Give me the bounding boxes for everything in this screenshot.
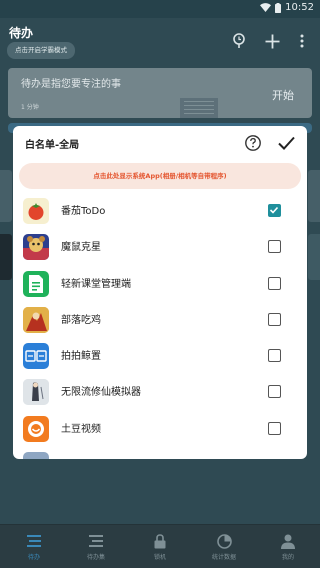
list-item[interactable]: 番茄ToDo bbox=[13, 192, 307, 228]
nav-statistics[interactable]: 统计数据 bbox=[192, 525, 256, 568]
app-name: 魔鼠克星 bbox=[61, 242, 101, 254]
dialog-title: 白名单-全局 bbox=[25, 140, 80, 151]
list-item[interactable]: 土豆视频 bbox=[13, 410, 307, 446]
bottom-nav: 待办 待办集 锁机 统计数据 我的 bbox=[0, 524, 320, 568]
game-rat-icon bbox=[23, 234, 49, 261]
nav-todo-sets[interactable]: 待办集 bbox=[64, 525, 128, 568]
nav-label: 锁机 bbox=[153, 554, 166, 561]
nav-label: 统计数据 bbox=[211, 554, 236, 561]
app-name: 部落吃鸡 bbox=[61, 314, 101, 326]
app-name: 土豆视频 bbox=[61, 423, 101, 435]
app-name: 拍拍鲸置 bbox=[61, 351, 101, 363]
nav-profile[interactable]: 我的 bbox=[256, 525, 320, 568]
app-name: 轻新课堂管理端 bbox=[61, 278, 131, 290]
list-item[interactable]: 轻新课堂管理端 bbox=[13, 265, 307, 301]
whitelist-dialog: 白名单-全局 点击此处显示系统App(相册/相机等自带程序) 番茄ToDo 魔鼠… bbox=[13, 126, 307, 459]
nav-label: 我的 bbox=[281, 554, 294, 561]
app-checkbox[interactable] bbox=[268, 276, 281, 290]
bg-card-edge bbox=[0, 234, 12, 280]
lock-icon bbox=[151, 533, 169, 549]
xiuxian-icon bbox=[23, 379, 49, 406]
list-item-partial[interactable] bbox=[13, 446, 307, 459]
status-bar: 10:52 bbox=[0, 0, 320, 18]
list-item[interactable]: 魔鼠克星 bbox=[13, 228, 307, 264]
pie-chart-icon bbox=[215, 533, 233, 549]
help-icon[interactable] bbox=[244, 134, 262, 152]
app-list: 番茄ToDo 魔鼠克星 轻新课堂管理端 部落吃鸡 拍拍鲸置 无限流修仙模拟器 土… bbox=[13, 192, 307, 459]
todo-card-duration: 1 分钟 bbox=[21, 104, 39, 111]
more-vert-icon[interactable] bbox=[292, 31, 312, 51]
app-checkbox[interactable] bbox=[268, 240, 281, 254]
bg-card-edge bbox=[308, 234, 320, 280]
status-time: 10:52 bbox=[285, 2, 314, 13]
list-icon bbox=[25, 533, 43, 549]
list-item[interactable]: 无限流修仙模拟器 bbox=[13, 373, 307, 409]
app-checkbox[interactable] bbox=[268, 349, 281, 363]
start-button[interactable]: 开始 bbox=[272, 87, 294, 103]
person-icon bbox=[279, 533, 297, 549]
paipai-icon bbox=[23, 343, 49, 370]
app-checkbox[interactable] bbox=[268, 385, 281, 399]
classroom-icon bbox=[23, 270, 49, 297]
page-title: 待办 bbox=[9, 26, 34, 40]
confirm-check-icon[interactable] bbox=[276, 133, 296, 153]
app-name: 番茄ToDo bbox=[61, 206, 106, 217]
app-checkbox[interactable] bbox=[268, 312, 281, 326]
battery-icon bbox=[275, 2, 282, 13]
bg-card-edge bbox=[308, 170, 320, 222]
app-name: 无限流修仙模拟器 bbox=[61, 387, 141, 399]
show-system-apps-button[interactable]: 点击此处显示系统App(相册/相机等自带程序) bbox=[19, 163, 301, 189]
nav-label: 待办集 bbox=[86, 554, 105, 561]
study-mode-button[interactable]: 点击开启学霸模式 bbox=[7, 42, 75, 59]
app-checkbox[interactable] bbox=[268, 421, 281, 435]
add-icon[interactable] bbox=[262, 31, 282, 51]
tomato-icon bbox=[23, 198, 49, 224]
list-item[interactable]: 拍拍鲸置 bbox=[13, 337, 307, 373]
game-battle-icon bbox=[23, 306, 49, 333]
alarm-icon[interactable] bbox=[229, 31, 249, 51]
card-background-image bbox=[180, 98, 218, 118]
nav-lock[interactable]: 锁机 bbox=[128, 525, 192, 568]
wifi-icon bbox=[260, 3, 272, 12]
tudou-icon bbox=[23, 415, 49, 442]
app-icon-partial bbox=[23, 452, 49, 459]
checklist-icon bbox=[87, 533, 105, 549]
app-checkbox[interactable] bbox=[268, 204, 281, 217]
status-icons: 10:52 bbox=[260, 2, 314, 13]
list-item[interactable]: 部落吃鸡 bbox=[13, 301, 307, 337]
bg-card-edge bbox=[0, 170, 12, 222]
nav-todo[interactable]: 待办 bbox=[2, 525, 66, 568]
todo-card-title: 待办是指您要专注的事 bbox=[21, 79, 121, 90]
todo-card[interactable]: 待办是指您要专注的事 1 分钟 开始 bbox=[8, 68, 312, 118]
app-header: 待办 点击开启学霸模式 bbox=[0, 18, 320, 64]
nav-label: 待办 bbox=[27, 554, 40, 561]
